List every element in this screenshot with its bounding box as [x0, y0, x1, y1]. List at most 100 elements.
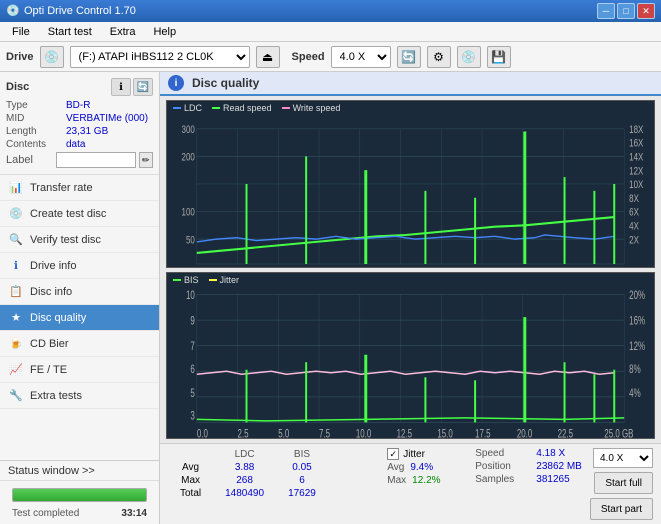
close-button[interactable]: ✕ [637, 3, 655, 19]
nav-cd-bier-label: CD Bier [30, 338, 69, 350]
chart-speed-select[interactable]: 4.0 X [593, 448, 653, 468]
menu-help[interactable]: Help [145, 24, 184, 40]
top-chart: LDC Read speed Write speed [166, 100, 655, 268]
legend-write-speed-color [282, 107, 290, 109]
legend-read-speed-label: Read speed [223, 103, 272, 113]
svg-text:0.0: 0.0 [197, 428, 208, 439]
col-header-ldc: LDC [213, 448, 276, 461]
drive-eject-button[interactable]: ⏏ [256, 46, 280, 68]
svg-text:7: 7 [190, 340, 195, 353]
transfer-rate-icon: 📊 [8, 180, 24, 196]
svg-text:50: 50 [186, 234, 195, 247]
samples-value: 381265 [536, 474, 569, 485]
nav-drive-info[interactable]: ℹ Drive info [0, 253, 159, 279]
disc-icon[interactable]: 💿 [457, 46, 481, 68]
jitter-section: ✓ Jitter Avg 9.4% Max 12.2% [387, 448, 467, 486]
start-full-button[interactable]: Start full [594, 472, 653, 494]
disc-label-edit-icon[interactable]: ✏ [139, 152, 153, 168]
nav-disc-info-label: Disc info [30, 286, 72, 298]
nav-extra-tests[interactable]: 🔧 Extra tests [0, 383, 159, 409]
stats-avg-label: Avg [168, 461, 213, 474]
extra-tests-icon: 🔧 [8, 388, 24, 404]
legend-bis-color [173, 279, 181, 281]
disc-quality-icon: ★ [8, 310, 24, 326]
svg-text:16%: 16% [629, 315, 645, 328]
svg-text:7.5: 7.5 [319, 428, 330, 439]
legend-ldc: LDC [173, 103, 202, 113]
nav-disc-quality[interactable]: ★ Disc quality [0, 305, 159, 331]
top-chart-legend: LDC Read speed Write speed [167, 101, 654, 115]
svg-text:18X: 18X [629, 124, 644, 137]
drive-eject-icon[interactable]: 💿 [40, 46, 64, 68]
disc-info-icon[interactable]: ℹ [111, 78, 131, 96]
contents-label: Contents [6, 139, 66, 150]
refresh-icon[interactable]: 🔄 [397, 46, 421, 68]
svg-text:2.5: 2.5 [238, 428, 249, 439]
col-header-empty [168, 448, 213, 461]
svg-text:12X: 12X [629, 165, 644, 178]
jitter-max-static: Max [387, 475, 406, 486]
status-window-label: Status window >> [8, 465, 95, 477]
type-label: Type [6, 100, 66, 111]
nav-transfer-rate[interactable]: 📊 Transfer rate [0, 175, 159, 201]
menu-file[interactable]: File [4, 24, 38, 40]
start-part-button[interactable]: Start part [590, 498, 653, 520]
svg-text:22.5: 22.5 [558, 428, 574, 439]
jitter-label: Jitter [403, 449, 425, 460]
jitter-max-value: 12.2% [412, 475, 440, 486]
stats-area: LDC BIS Avg 3.88 0.05 Max 268 [160, 443, 661, 524]
minimize-button[interactable]: ─ [597, 3, 615, 19]
save-icon[interactable]: 💾 [487, 46, 511, 68]
stats-total-label: Total [168, 487, 213, 500]
stats-max-label: Max [168, 474, 213, 487]
disc-info-nav-icon: 📋 [8, 284, 24, 300]
sidebar-bottom: Status window >> Test completed 33:14 [0, 460, 159, 524]
menu-extra[interactable]: Extra [102, 24, 144, 40]
settings-icon[interactable]: ⚙ [427, 46, 451, 68]
svg-text:100: 100 [182, 207, 195, 220]
nav-disc-info[interactable]: 📋 Disc info [0, 279, 159, 305]
nav-fe-te[interactable]: 📈 FE / TE [0, 357, 159, 383]
svg-text:2X: 2X [629, 234, 639, 247]
legend-jitter-color [209, 279, 217, 281]
nav-drive-info-label: Drive info [30, 260, 76, 272]
disc-refresh-icon[interactable]: 🔄 [133, 78, 153, 96]
status-window-button[interactable]: Status window >> [0, 461, 159, 481]
nav-create-test-disc[interactable]: 💿 Create test disc [0, 201, 159, 227]
progress-area: Test completed 33:14 [0, 481, 159, 524]
drive-label: Drive [6, 51, 34, 63]
stats-max-bis: 6 [276, 474, 328, 487]
svg-text:3: 3 [190, 409, 195, 422]
drive-select[interactable]: (F:) ATAPI iHBS112 2 CL0K [70, 46, 250, 68]
svg-text:5: 5 [190, 387, 195, 400]
speed-value: 4.18 X [536, 448, 565, 459]
jitter-avg-static: Avg [387, 462, 404, 473]
cd-bier-icon: 🍺 [8, 336, 24, 352]
sidebar: Disc ℹ 🔄 Type BD-R MID VERBATIMe (000) L… [0, 72, 160, 524]
svg-text:10X: 10X [629, 179, 644, 192]
speed-label: Speed [292, 51, 325, 63]
svg-text:12%: 12% [629, 340, 645, 353]
disc-panel-title: Disc [6, 81, 29, 93]
nav-verify-test-disc[interactable]: 🔍 Verify test disc [0, 227, 159, 253]
stats-row-total: Total 1480490 17629 [168, 487, 328, 500]
status-time: 33:14 [121, 508, 147, 519]
svg-text:9: 9 [190, 315, 195, 328]
stats-avg-ldc: 3.88 [213, 461, 276, 474]
jitter-checkbox[interactable]: ✓ [387, 448, 399, 460]
disc-label-input[interactable] [56, 152, 136, 168]
speed-select[interactable]: 4.0 X [331, 46, 391, 68]
legend-bis-label: BIS [184, 275, 199, 285]
speed-control: 4.0 X [593, 448, 653, 468]
svg-text:6: 6 [190, 363, 195, 376]
toolbar: Drive 💿 (F:) ATAPI iHBS112 2 CL0K ⏏ Spee… [0, 42, 661, 72]
svg-text:6X: 6X [629, 207, 639, 220]
legend-ldc-color [173, 107, 181, 109]
nav-cd-bier[interactable]: 🍺 CD Bier [0, 331, 159, 357]
menu-start-test[interactable]: Start test [40, 24, 100, 40]
menubar: File Start test Extra Help [0, 22, 661, 42]
maximize-button[interactable]: □ [617, 3, 635, 19]
svg-text:15.0: 15.0 [437, 428, 453, 439]
svg-text:8%: 8% [629, 363, 640, 376]
svg-text:10.0: 10.0 [356, 428, 372, 439]
